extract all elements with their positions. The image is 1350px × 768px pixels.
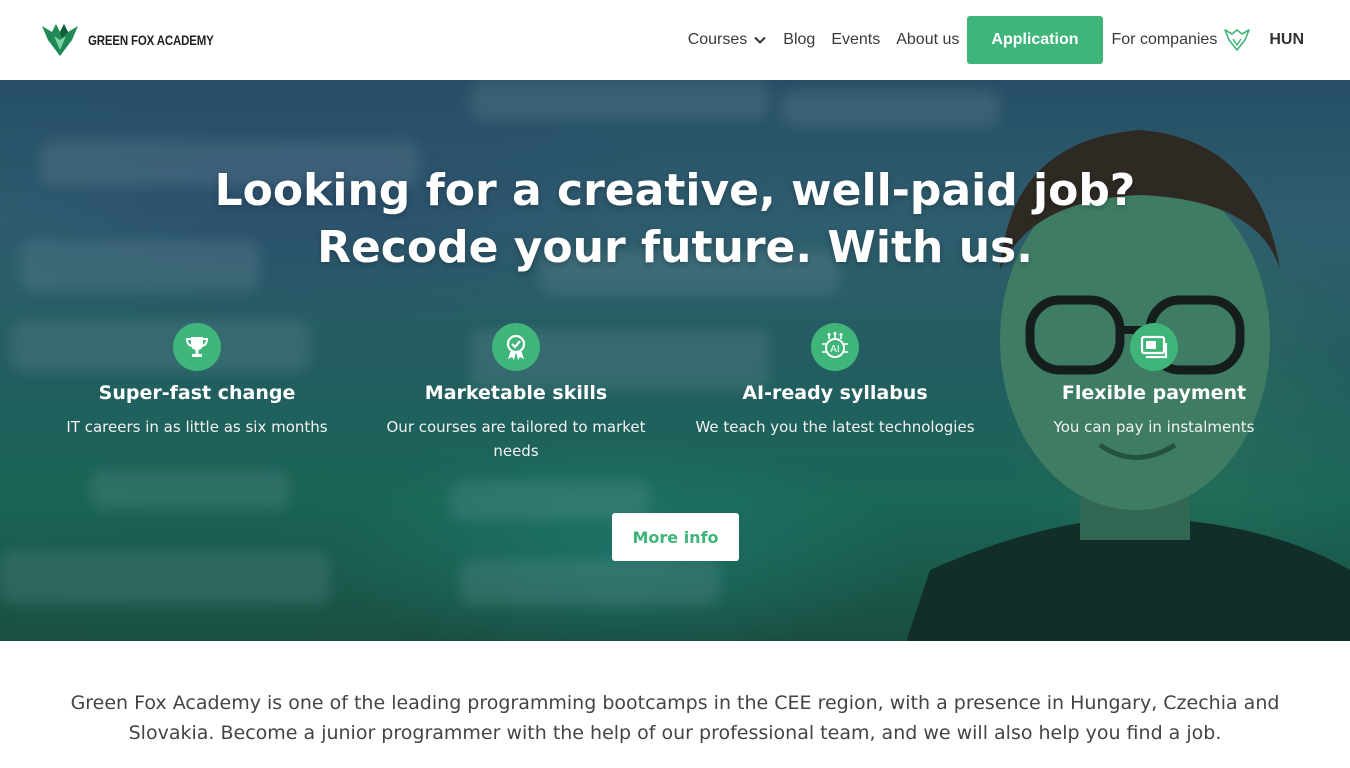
feature-marketable-skills: Marketable skills Our courses are tailor… xyxy=(366,323,666,463)
hero-title-line2: Recode your future. With us. xyxy=(317,222,1033,273)
language-switch[interactable]: HUN xyxy=(1269,31,1304,49)
site-header: GREEN FOX ACADEMY Courses Blog Events Ab… xyxy=(0,0,1350,80)
payment-icon xyxy=(1130,323,1178,371)
award-icon xyxy=(492,323,540,371)
nav-events[interactable]: Events xyxy=(831,31,880,49)
fox-logo-icon xyxy=(42,24,78,56)
feature-desc: IT careers in as little as six months xyxy=(66,418,328,436)
trophy-icon xyxy=(173,323,221,371)
feature-ai-ready: AI AI-ready syllabus We teach you the la… xyxy=(685,323,985,439)
feature-title: Marketable skills xyxy=(424,382,608,404)
feature-desc: Our courses are tailored to market needs xyxy=(386,418,646,460)
feature-title: Super-fast change xyxy=(98,382,296,404)
intro-text: Green Fox Academy is one of the leading … xyxy=(70,692,1280,744)
hero-title-line1: Looking for a creative, well-paid job? xyxy=(214,165,1136,216)
main-nav: Courses Blog Events About us Application… xyxy=(688,16,1304,64)
feature-desc: We teach you the latest technologies xyxy=(695,418,975,436)
fox-outline-icon xyxy=(1224,29,1251,51)
feature-title: AI-ready syllabus xyxy=(742,382,928,404)
nav-about[interactable]: About us xyxy=(896,31,959,49)
feature-fast-change: Super-fast change IT careers in as littl… xyxy=(47,323,347,439)
nav-blog[interactable]: Blog xyxy=(783,31,815,49)
feature-flexible-payment: Flexible payment You can pay in instalme… xyxy=(1004,323,1304,439)
nav-courses-label: Courses xyxy=(687,31,748,48)
chevron-down-icon xyxy=(754,36,766,44)
logo-text: GREEN FOX ACADEMY xyxy=(88,32,214,48)
svg-text:AI: AI xyxy=(830,344,840,355)
feature-desc: You can pay in instalments xyxy=(1053,418,1255,436)
hero-title: Looking for a creative, well-paid job? R… xyxy=(0,162,1350,276)
feature-title: Flexible payment xyxy=(1061,382,1247,404)
more-info-button[interactable]: More info xyxy=(612,513,739,561)
nav-courses[interactable]: Courses xyxy=(688,31,768,49)
nav-companies-label: For companies xyxy=(1111,31,1218,48)
application-button[interactable]: Application xyxy=(967,16,1103,64)
hero-section: Looking for a creative, well-paid job? R… xyxy=(0,80,1350,641)
nav-for-companies[interactable]: For companies xyxy=(1112,28,1252,52)
ai-chip-icon: AI xyxy=(811,323,859,371)
logo-link[interactable]: GREEN FOX ACADEMY xyxy=(40,22,241,58)
